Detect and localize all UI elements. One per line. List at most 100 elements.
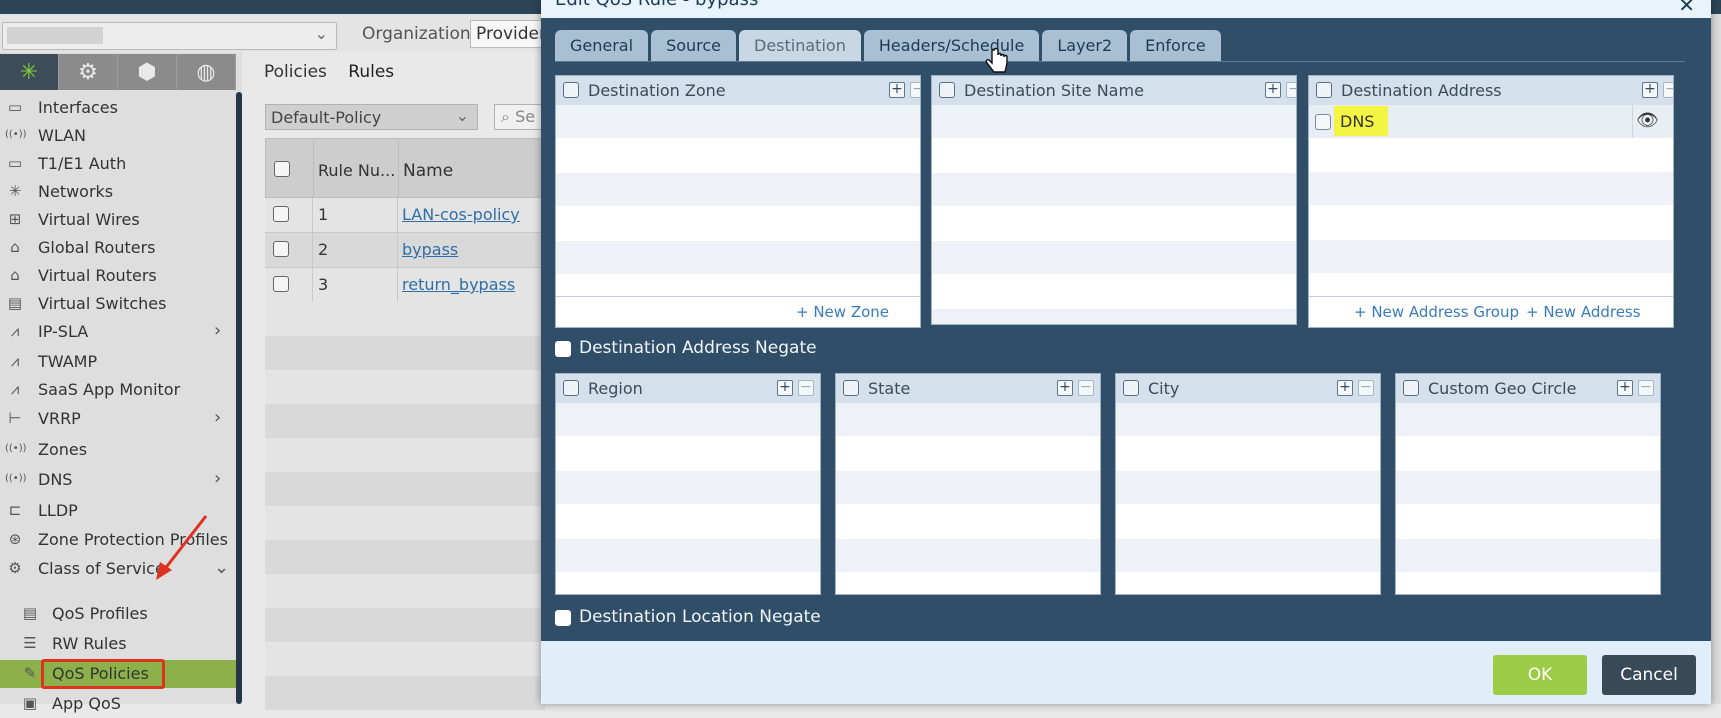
chevron-down-icon: ⌄: [455, 106, 469, 125]
address-negate-checkbox[interactable]: [555, 341, 571, 357]
new-address-group-link[interactable]: + New Address Group: [1354, 303, 1519, 321]
remove-icon[interactable]: −: [1663, 82, 1673, 98]
rule-name-link[interactable]: return_bypass: [402, 275, 515, 294]
sidebar-item[interactable]: ⩘ TWAMP: [0, 348, 236, 376]
add-icon[interactable]: +: [889, 82, 905, 98]
cancel-button[interactable]: Cancel: [1602, 655, 1696, 695]
eye-icon[interactable]: 👁: [1636, 110, 1659, 131]
table-header: Rule Nu... Name: [265, 138, 545, 198]
table-row[interactable]: 3 return_bypass: [265, 268, 545, 303]
tab-rules[interactable]: Rules: [348, 62, 394, 82]
column-rule-number[interactable]: Rule Nu...: [318, 161, 395, 180]
sidebar-item[interactable]: ▭ T1/E1 Auth: [0, 150, 236, 178]
tab-source[interactable]: Source: [651, 30, 737, 62]
select-all-checkbox[interactable]: [939, 82, 955, 98]
sidebar-item[interactable]: ⊢ VRRP ›: [0, 405, 236, 433]
panel-title: City: [1148, 379, 1180, 398]
chevron-right-icon[interactable]: ›: [214, 320, 221, 341]
list-item: [1309, 240, 1673, 274]
panel-rows: [1309, 138, 1673, 274]
address-entry-row[interactable]: DNS 👁: [1309, 105, 1673, 138]
chevron-right-icon[interactable]: ›: [214, 407, 221, 428]
interface-icon: ▭: [7, 98, 23, 116]
table-row[interactable]: 1 LAN-cos-policy: [265, 198, 545, 233]
select-all-checkbox[interactable]: [563, 82, 579, 98]
location-negate-checkbox[interactable]: [555, 610, 571, 626]
new-address-link[interactable]: + New Address: [1526, 303, 1641, 321]
sidebar-scrollbar[interactable]: [236, 92, 242, 704]
rule-name-link[interactable]: bypass: [402, 240, 458, 259]
tab-policies[interactable]: Policies: [264, 62, 327, 82]
new-zone-link[interactable]: + New Zone: [796, 303, 889, 321]
select-all-checkbox[interactable]: [1316, 82, 1332, 98]
ok-button[interactable]: OK: [1493, 655, 1587, 695]
tab-layer2[interactable]: Layer2: [1042, 30, 1128, 62]
state-panel: State + −: [835, 373, 1101, 595]
sidebar-item[interactable]: ((•)) Zones: [0, 436, 236, 464]
tab-enforce[interactable]: Enforce: [1130, 30, 1221, 62]
remove-icon[interactable]: −: [798, 380, 814, 396]
tab-destination[interactable]: Destination: [739, 30, 861, 62]
policy-select[interactable]: Default-Policy ⌄: [265, 104, 478, 130]
sidebar-subitem[interactable]: ▣ App QoS: [0, 690, 236, 718]
list-item: [1116, 403, 1380, 437]
add-icon[interactable]: +: [1265, 82, 1281, 98]
globe-gear-icon[interactable]: ◍: [177, 54, 236, 90]
table-row[interactable]: 2 bypass: [265, 233, 545, 268]
row-checkbox[interactable]: [273, 206, 289, 222]
sidebar-item[interactable]: ⩘ SaaS App Monitor: [0, 376, 236, 404]
panel-rows: [836, 403, 1100, 594]
sidebar-item[interactable]: ⩘ IP-SLA ›: [0, 318, 236, 346]
tab-general[interactable]: General: [555, 30, 649, 62]
add-icon[interactable]: +: [777, 380, 793, 396]
gear-icon[interactable]: ⚙: [59, 54, 118, 90]
sidebar-item-label: Virtual Switches: [38, 294, 167, 313]
column-name[interactable]: Name: [403, 161, 453, 181]
add-icon[interactable]: +: [1642, 82, 1658, 98]
search-input[interactable]: ⌕ Se: [494, 104, 544, 130]
remove-icon[interactable]: −: [1358, 380, 1374, 396]
cube-icon[interactable]: ⬢: [118, 54, 177, 90]
select-all-checkbox[interactable]: [563, 380, 579, 396]
remove-icon[interactable]: −: [1078, 380, 1094, 396]
sidebar-item[interactable]: ((•)) DNS ›: [0, 466, 236, 494]
remove-icon[interactable]: −: [1286, 82, 1296, 98]
sidebar-item[interactable]: ((•)) WLAN: [0, 122, 236, 150]
sidebar-item[interactable]: ✳ Networks: [0, 178, 236, 206]
select-all-checkbox[interactable]: [843, 380, 859, 396]
sidebar-item[interactable]: ⌂ Global Routers: [0, 234, 236, 262]
edit-qos-rule-dialog: Edit QoS Rule - bypass ✕ GeneralSourceDe…: [541, 0, 1711, 704]
remove-icon[interactable]: −: [910, 82, 920, 98]
add-icon[interactable]: +: [1617, 380, 1633, 396]
network-icon[interactable]: ✳: [0, 54, 59, 90]
remove-icon[interactable]: −: [1638, 380, 1654, 396]
tab-headers-schedule[interactable]: Headers/Schedule: [863, 30, 1040, 62]
row-checkbox[interactable]: [273, 276, 289, 292]
sidebar-item-label: VRRP: [38, 409, 81, 428]
select-all-checkbox[interactable]: [1123, 380, 1139, 396]
row-checkbox[interactable]: [273, 241, 289, 257]
add-icon[interactable]: +: [1057, 380, 1073, 396]
row-checkbox[interactable]: [1315, 114, 1331, 130]
select-all-checkbox[interactable]: [1403, 380, 1419, 396]
sidebar-subitem[interactable]: ▤ QoS Profiles: [0, 600, 236, 628]
tenant-dropdown[interactable]: ⌄: [2, 22, 337, 50]
sidebar-item-label: LLDP: [38, 501, 78, 520]
list-item: [1116, 539, 1380, 573]
chevron-down-icon[interactable]: ⌄: [214, 557, 229, 578]
destination-address-panel: Destination Address + − DNS 👁 + New Addr…: [1308, 75, 1674, 328]
panel-header: Region + −: [556, 374, 820, 404]
sidebar-subitem[interactable]: ☰ RW Rules: [0, 630, 236, 658]
list-item: [932, 139, 1296, 173]
sidebar-item[interactable]: ⊞ Virtual Wires: [0, 206, 236, 234]
sidebar-item[interactable]: ⌂ Virtual Routers: [0, 262, 236, 290]
sidebar-item[interactable]: ▭ Interfaces: [0, 94, 236, 122]
close-icon[interactable]: ✕: [1678, 0, 1695, 17]
add-icon[interactable]: +: [1337, 380, 1353, 396]
list-item: [1116, 437, 1380, 471]
select-all-checkbox[interactable]: [274, 161, 290, 177]
switch-icon: ▤: [7, 294, 23, 312]
rule-name-link[interactable]: LAN-cos-policy: [402, 205, 520, 224]
chevron-right-icon[interactable]: ›: [214, 468, 221, 489]
sidebar-item[interactable]: ▤ Virtual Switches: [0, 290, 236, 318]
